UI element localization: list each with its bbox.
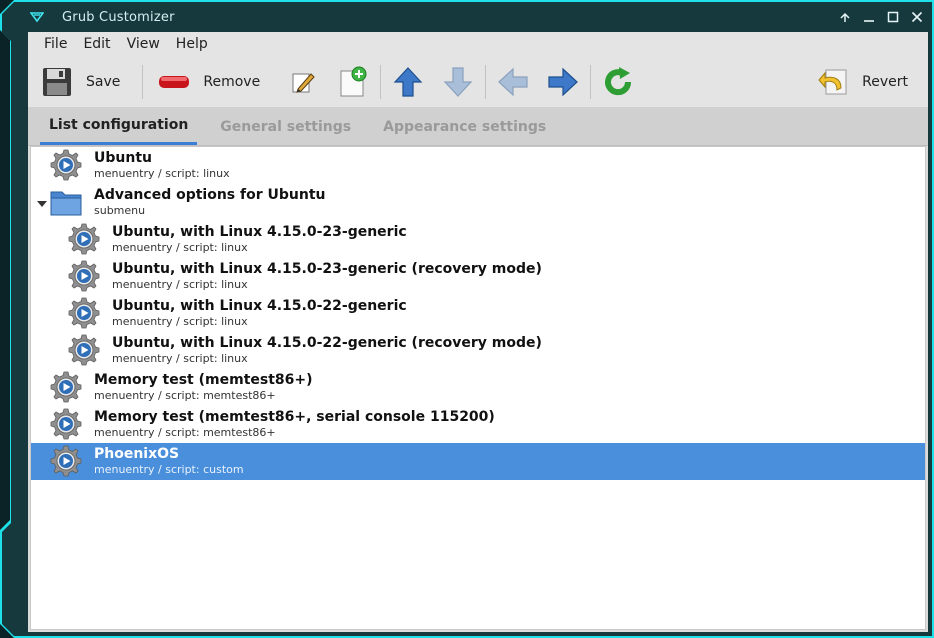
- app-window: File Edit View Help Save Remove Revert L…: [28, 32, 928, 632]
- gear-entry-icon: [68, 260, 100, 292]
- entry-name: Ubuntu: [94, 150, 152, 166]
- refresh-icon: [601, 65, 635, 99]
- entry-name: PhoenixOS: [94, 446, 180, 462]
- arrow-down-icon: [441, 65, 475, 99]
- entry-detail: menuentry / script: custom: [94, 463, 244, 476]
- entry-name: Advanced options for Ubuntu: [94, 187, 326, 203]
- entry-name: Ubuntu, with Linux 4.15.0-22-generic: [112, 298, 407, 314]
- list-item[interactable]: Ubuntu menuentry / script: linux: [31, 147, 925, 184]
- gear-entry-icon: [50, 445, 82, 477]
- gear-entry-icon: [68, 334, 100, 366]
- save-button[interactable]: Save: [40, 62, 120, 102]
- menu-edit[interactable]: Edit: [75, 36, 118, 52]
- menu-help[interactable]: Help: [168, 36, 216, 52]
- tab-general-settings[interactable]: General settings: [211, 109, 360, 145]
- minimize-icon[interactable]: [862, 10, 876, 24]
- floppy-disk-icon: [40, 65, 74, 99]
- entry-detail: menuentry / script: linux: [112, 241, 248, 254]
- menu-file[interactable]: File: [36, 36, 75, 52]
- move-left-button[interactable]: [496, 62, 530, 102]
- entry-name: Ubuntu, with Linux 4.15.0-22-generic (re…: [112, 335, 542, 351]
- gear-entry-icon: [50, 408, 82, 440]
- entry-name: Memory test (memtest86+): [94, 372, 313, 388]
- entry-detail: menuentry / script: memtest86+: [94, 389, 276, 402]
- entry-detail: menuentry / script: linux: [112, 315, 248, 328]
- tab-list-configuration[interactable]: List configuration: [40, 108, 198, 145]
- toolbar: Save Remove Revert: [28, 56, 928, 108]
- arrow-left-icon: [496, 65, 530, 99]
- list-item[interactable]: Ubuntu, with Linux 4.15.0-23-generic menu…: [31, 221, 925, 258]
- gear-entry-icon: [68, 223, 100, 255]
- tab-bar: List configuration General settings Appe…: [28, 108, 928, 146]
- list-item[interactable]: PhoenixOS menuentry / script: custom: [31, 443, 925, 480]
- tab-appearance-settings[interactable]: Appearance settings: [374, 109, 555, 145]
- save-label: Save: [86, 73, 121, 90]
- submenu-row[interactable]: Advanced options for Ubuntu submenu: [31, 184, 925, 221]
- expander-triangle-icon[interactable]: [37, 198, 47, 208]
- maximize-icon[interactable]: [886, 10, 900, 24]
- entry-name: Ubuntu, with Linux 4.15.0-23-generic: [112, 224, 407, 240]
- revert-button[interactable]: Revert: [816, 62, 908, 102]
- menu-view[interactable]: View: [119, 36, 168, 52]
- arrow-up-icon: [391, 65, 425, 99]
- list-item[interactable]: Ubuntu, with Linux 4.15.0-22-generic menu…: [31, 295, 925, 332]
- revert-icon: [816, 65, 850, 99]
- move-up-button[interactable]: [391, 62, 425, 102]
- toolbar-separator: [380, 64, 382, 99]
- entry-name: Memory test (memtest86+, serial console …: [94, 409, 495, 425]
- entry-name: Ubuntu, with Linux 4.15.0-23-generic (re…: [112, 261, 542, 277]
- entry-detail: menuentry / script: linux: [112, 278, 248, 291]
- remove-icon: [157, 65, 191, 99]
- menu-bar: File Edit View Help: [28, 32, 928, 56]
- edit-button[interactable]: [286, 62, 320, 102]
- reload-button[interactable]: [601, 62, 635, 102]
- new-document-icon: [336, 65, 370, 99]
- keep-above-icon[interactable]: [838, 10, 852, 24]
- list-item[interactable]: Memory test (memtest86+, serial console …: [31, 406, 925, 443]
- move-down-button[interactable]: [441, 62, 475, 102]
- revert-label: Revert: [862, 73, 908, 90]
- toolbar-separator: [590, 64, 592, 99]
- arrow-right-icon: [546, 65, 580, 99]
- title-bar[interactable]: Grub Customizer: [24, 4, 930, 30]
- list-item[interactable]: Ubuntu, with Linux 4.15.0-22-generic (re…: [31, 332, 925, 369]
- add-entry-button[interactable]: [336, 62, 370, 102]
- entry-detail: menuentry / script: memtest86+: [94, 426, 276, 439]
- close-icon[interactable]: [910, 10, 924, 24]
- window-menu-icon[interactable]: [28, 8, 46, 26]
- list-item[interactable]: Ubuntu, with Linux 4.15.0-23-generic (re…: [31, 258, 925, 295]
- remove-button[interactable]: Remove: [157, 62, 260, 102]
- window-title: Grub Customizer: [62, 9, 175, 25]
- toolbar-separator: [485, 64, 487, 99]
- entry-detail: menuentry / script: linux: [94, 167, 230, 180]
- remove-label: Remove: [203, 73, 261, 90]
- entry-detail: menuentry / script: linux: [112, 352, 248, 365]
- list-item[interactable]: Memory test (memtest86+) menuentry / scri…: [31, 369, 925, 406]
- folder-icon: [50, 186, 82, 218]
- toolbar-separator: [142, 64, 144, 99]
- gear-entry-icon: [50, 371, 82, 403]
- entry-list[interactable]: Ubuntu menuentry / script: linux Advanced …: [30, 146, 926, 630]
- gear-entry-icon: [50, 149, 82, 181]
- entry-detail: submenu: [94, 204, 146, 217]
- pencil-edit-icon: [286, 65, 320, 99]
- gear-entry-icon: [68, 297, 100, 329]
- move-right-button[interactable]: [546, 62, 580, 102]
